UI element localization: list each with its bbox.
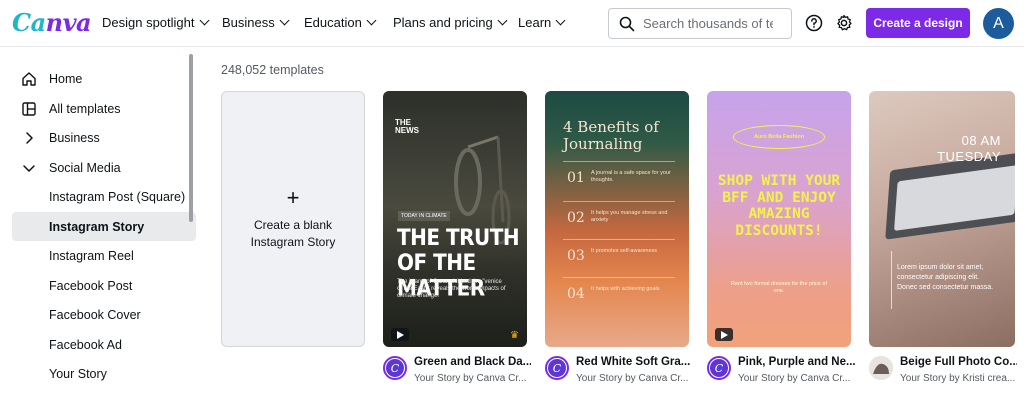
play-icon (391, 328, 409, 341)
canva-creator-avatar: C (707, 356, 731, 380)
canva-creator-avatar: C (545, 356, 569, 380)
template-thumbnail-2[interactable]: 4 Benefits of Journaling 01 A journal is… (545, 91, 689, 347)
sidebar-item-facebook-cover[interactable]: Facebook Cover (12, 300, 196, 329)
sidebar-item-facebook-post[interactable]: Facebook Post (12, 271, 196, 300)
svg-text:C: C (715, 362, 724, 375)
template-text: TODAY IN CLIMATE (398, 211, 450, 221)
chevron-down-icon (366, 15, 377, 26)
template-row: 03 It promotes self-awareness (563, 239, 675, 273)
template-text: 08 AM TUESDAY (937, 133, 1001, 164)
template-text: Lorem ipsum dolor sit amet, consectetur … (897, 264, 994, 291)
template-headline: 4 Benefits of Journaling (563, 118, 659, 153)
nav-education[interactable]: Education (304, 15, 377, 30)
nav-plans-and-pricing[interactable]: Plans and pricing (393, 15, 508, 30)
top-navigation-bar: Canva Design spotlight Business Educatio… (0, 0, 1024, 47)
sidebar-item-facebook-ad[interactable]: Facebook Ad (12, 330, 196, 359)
svg-text:C: C (553, 362, 562, 375)
template-title[interactable]: Pink, Purple and Ne... (738, 356, 855, 368)
help-icon[interactable] (803, 12, 825, 34)
template-text: The island of Oaxa, dubbed the "venice o… (397, 279, 506, 299)
search-box[interactable] (608, 8, 792, 39)
template-meta-4[interactable]: Beige Full Photo Co... Your Story by Kri… (869, 354, 1019, 388)
crown-icon: ♛ (510, 330, 519, 341)
sidebar-item-social-media[interactable]: Social Media (12, 153, 196, 182)
template-headline: SHOP WITH YOUR BFF AND ENJOY AMAZING DIS… (717, 173, 841, 239)
template-thumbnail-4[interactable]: 08 AM TUESDAY Lorem ipsum dolor sit amet… (869, 91, 1015, 347)
sidebar-scrollbar[interactable] (189, 54, 193, 222)
template-title[interactable]: Green and Black Da... (414, 356, 531, 368)
play-icon (715, 328, 733, 341)
template-meta-3[interactable]: C Pink, Purple and Ne... Your Story by C… (707, 354, 857, 388)
chevron-down-icon (279, 15, 290, 26)
sidebar-item-business[interactable]: Business (12, 123, 196, 152)
template-row: 02 It helps you manage stress and anxiet… (563, 201, 675, 235)
sidebar-item-instagram-story[interactable]: Instagram Story (12, 212, 196, 241)
chevron-down-icon (497, 15, 508, 26)
template-author: Your Story by Kristi crea... (900, 373, 1015, 384)
template-thumbnail-1[interactable]: THE NEWS TODAY IN CLIMATE THE TRUTH OF T… (383, 91, 527, 347)
sidebar-item-home[interactable]: Home (12, 64, 196, 93)
gear-icon[interactable] (833, 12, 855, 34)
template-author: Your Story by Canva Cr... (414, 373, 527, 384)
create-blank-card[interactable]: + Create a blank Instagram Story (221, 91, 365, 347)
nav-business[interactable]: Business (222, 15, 290, 30)
svg-text:C: C (391, 362, 400, 375)
sidebar-item-instagram-post-square[interactable]: Instagram Post (Square) (12, 182, 196, 211)
create-a-design-button[interactable]: Create a design (866, 8, 970, 38)
home-icon (20, 70, 37, 87)
chevron-right-icon (20, 129, 37, 146)
plus-icon: + (286, 185, 300, 210)
template-row: 01 A journal is a safe space for your th… (563, 161, 675, 195)
sidebar-item-all-templates[interactable]: All templates (12, 94, 196, 123)
template-title[interactable]: Red White Soft Gra... (576, 356, 693, 368)
template-row: 04 It helps with achieving goals (563, 277, 675, 311)
template-author: Your Story by Canva Cr... (738, 373, 851, 384)
template-count: 248,052 templates (221, 63, 324, 77)
canva-creator-avatar: C (383, 356, 407, 380)
templates-icon (20, 100, 37, 117)
template-meta-1[interactable]: C Green and Black Da... Your Story by Ca… (383, 354, 533, 388)
chevron-down-icon (20, 159, 37, 176)
nav-learn[interactable]: Learn (518, 15, 566, 30)
canva-logo[interactable]: Canva (12, 8, 92, 37)
template-text: Rent two formal dresses for the price of… (731, 281, 827, 294)
avatar[interactable]: A (983, 8, 1014, 39)
sidebar-item-instagram-reel[interactable]: Instagram Reel (12, 241, 196, 270)
template-text: Auro Bella Fashion (733, 125, 825, 149)
divider (891, 251, 892, 309)
creator-avatar (869, 356, 893, 380)
create-blank-label: Create a blank Instagram Story (250, 218, 336, 249)
template-text: THE NEWS (395, 118, 419, 135)
nav-design-spotlight[interactable]: Design spotlight (102, 15, 209, 30)
search-icon (619, 16, 635, 31)
template-thumbnail-3[interactable]: Auro Bella Fashion SHOP WITH YOUR BFF AN… (707, 91, 851, 347)
template-title[interactable]: Beige Full Photo Co... (900, 356, 1017, 368)
sidebar: Home All templates Business Social Media… (0, 48, 200, 394)
chevron-down-icon (199, 15, 209, 26)
sidebar-item-your-story[interactable]: Your Story (12, 359, 196, 388)
template-author: Your Story by Canva Cr... (576, 373, 689, 384)
chevron-down-icon (555, 15, 566, 26)
template-meta-2[interactable]: C Red White Soft Gra... Your Story by Ca… (545, 354, 695, 388)
search-input[interactable] (643, 16, 773, 31)
